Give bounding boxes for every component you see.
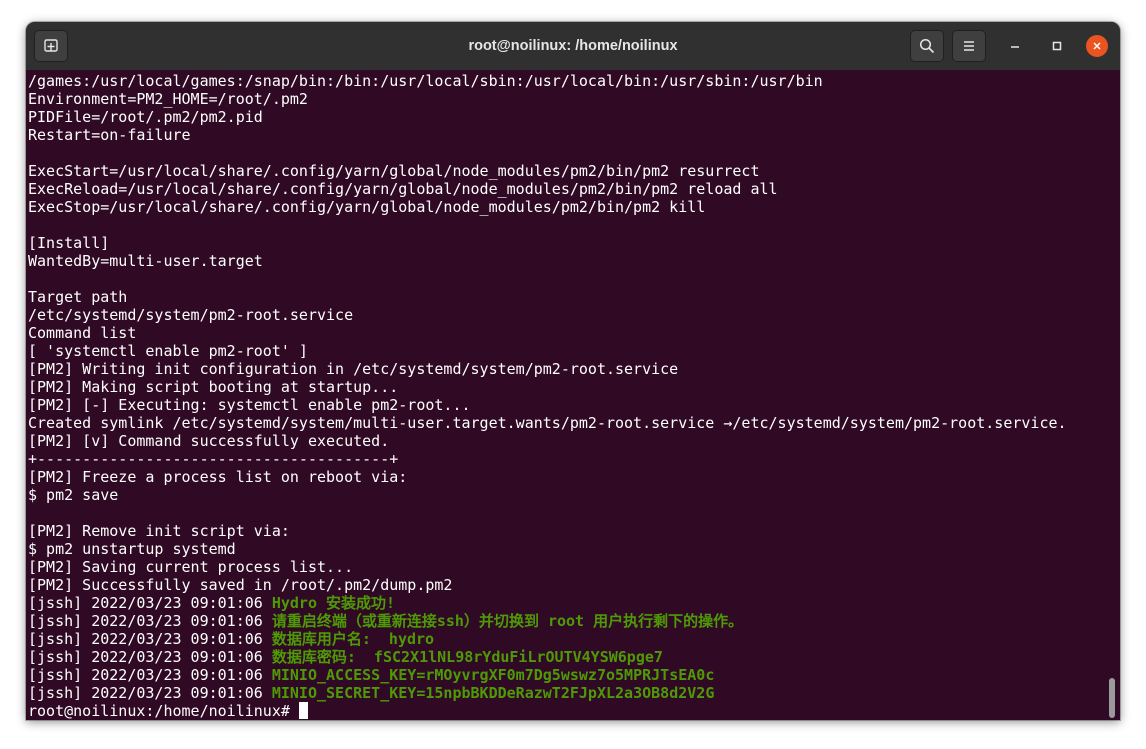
terminal-line: +---------------------------------------…	[28, 450, 1067, 468]
terminal-line: [PM2] [v] Command successfully executed.	[28, 432, 1067, 450]
line-text: [PM2] Saving current process list...	[28, 558, 354, 576]
line-text: [PM2] [-] Executing: systemctl enable pm…	[28, 396, 471, 414]
line-text: Target path	[28, 288, 128, 306]
terminal-line: ExecStart=/usr/local/share/.config/yarn/…	[28, 162, 1067, 180]
line-text: [jssh] 2022/03/23 09:01:06	[28, 594, 272, 612]
shell-prompt: root@noilinux:/home/noilinux#	[28, 702, 299, 720]
maximize-button[interactable]	[1046, 35, 1068, 57]
highlight-message: 数据库密码: fSC2X1lNL98rYduFiLrOUTV4YSW6pge7	[271, 648, 663, 666]
terminal-line: [PM2] Remove init script via:	[28, 522, 1067, 540]
terminal-line: Restart=on-failure	[28, 126, 1067, 144]
terminal-line: Command list	[28, 324, 1067, 342]
line-text: [PM2] Making script booting at startup..…	[28, 378, 399, 396]
line-text: [jssh] 2022/03/23 09:01:06	[28, 648, 272, 666]
line-text: [Install]	[28, 234, 110, 252]
line-text: [jssh] 2022/03/23 09:01:06	[28, 684, 272, 702]
terminal-line: [PM2] [-] Executing: systemctl enable pm…	[28, 396, 1067, 414]
terminal-line: [jssh] 2022/03/23 09:01:06 请重启终端（或重新连接ss…	[28, 612, 1067, 630]
prompt-line[interactable]: root@noilinux:/home/noilinux#	[28, 702, 1067, 720]
terminal-line: [jssh] 2022/03/23 09:01:06 数据库密码: fSC2X1…	[28, 648, 1067, 666]
close-button[interactable]	[1086, 35, 1108, 57]
line-text: [jssh] 2022/03/23 09:01:06	[28, 630, 272, 648]
terminal-line: /games:/usr/local/games:/snap/bin:/bin:/…	[28, 72, 1067, 90]
text-cursor	[298, 702, 308, 719]
line-text: [PM2] Freeze a process list on reboot vi…	[28, 468, 408, 486]
hamburger-menu-icon	[964, 41, 974, 51]
line-text: [jssh] 2022/03/23 09:01:06	[28, 612, 272, 630]
terminal-line: [Install]	[28, 234, 1067, 252]
terminal-line: [jssh] 2022/03/23 09:01:06 数据库用户名: hydro	[28, 630, 1067, 648]
line-text: PIDFile=/root/.pm2/pm2.pid	[28, 108, 263, 126]
line-text: [PM2] Successfully saved in /root/.pm2/d…	[28, 576, 453, 594]
line-text: +---------------------------------------…	[28, 450, 399, 468]
line-text: /games:/usr/local/games:/snap/bin:/bin:/…	[28, 72, 823, 90]
line-text: WantedBy=multi-user.target	[28, 252, 263, 270]
minimize-button[interactable]	[1004, 35, 1026, 57]
terminal-line: [PM2] Successfully saved in /root/.pm2/d…	[28, 576, 1067, 594]
line-text: $ pm2 unstartup systemd	[28, 540, 236, 558]
line-text: [PM2] Writing init configuration in /etc…	[28, 360, 679, 378]
terminal-output: /games:/usr/local/games:/snap/bin:/bin:/…	[28, 72, 1067, 720]
highlight-message: 数据库用户名: hydro	[271, 630, 435, 648]
terminal-line: ExecStop=/usr/local/share/.config/yarn/g…	[28, 198, 1067, 216]
line-text: ExecStart=/usr/local/share/.config/yarn/…	[28, 162, 760, 180]
terminal-line: [PM2] Freeze a process list on reboot vi…	[28, 468, 1067, 486]
maximize-icon	[1052, 41, 1062, 51]
search-button[interactable]	[910, 30, 944, 62]
terminal-window: root@noilinux: /home/noilinux /games:/us…	[26, 22, 1120, 720]
line-text: /etc/systemd/system/pm2-root.service	[28, 306, 354, 324]
terminal-line: [ 'systemctl enable pm2-root' ]	[28, 342, 1067, 360]
terminal-area[interactable]: /games:/usr/local/games:/snap/bin:/bin:/…	[26, 70, 1120, 720]
terminal-line: Target path	[28, 288, 1067, 306]
highlight-message: MINIO_SECRET_KEY=15npbBKDDeRazwT2FJpXL2a…	[271, 684, 715, 702]
terminal-line: [jssh] 2022/03/23 09:01:06 MINIO_SECRET_…	[28, 684, 1067, 702]
highlight-message: 请重启终端（或重新连接ssh）并切换到 root 用户执行剩下的操作。	[271, 612, 744, 630]
line-text: Command list	[28, 324, 137, 342]
terminal-line: $ pm2 save	[28, 486, 1067, 504]
highlight-message: Hydro 安装成功!	[271, 594, 396, 612]
terminal-line: PIDFile=/root/.pm2/pm2.pid	[28, 108, 1067, 126]
terminal-line: Created symlink /etc/systemd/system/mult…	[28, 414, 1067, 432]
line-text: Environment=PM2_HOME=/root/.pm2	[28, 90, 308, 108]
line-text: ExecReload=/usr/local/share/.config/yarn…	[28, 180, 778, 198]
line-text: [jssh] 2022/03/23 09:01:06	[28, 666, 272, 684]
terminal-line: ExecReload=/usr/local/share/.config/yarn…	[28, 180, 1067, 198]
line-text: [ 'systemctl enable pm2-root' ]	[28, 342, 308, 360]
menu-button[interactable]	[952, 30, 986, 62]
terminal-line: /etc/systemd/system/pm2-root.service	[28, 306, 1067, 324]
highlight-message: MINIO_ACCESS_KEY=rMOyvrgXF0m7Dg5wswz7o5M…	[271, 666, 715, 684]
search-icon	[919, 38, 935, 54]
line-text: ExecStop=/usr/local/share/.config/yarn/g…	[28, 198, 706, 216]
terminal-line: $ pm2 unstartup systemd	[28, 540, 1067, 558]
terminal-line: [jssh] 2022/03/23 09:01:06 Hydro 安装成功!	[28, 594, 1067, 612]
line-text: $ pm2 save	[28, 486, 119, 504]
terminal-line: [PM2] Writing init configuration in /etc…	[28, 360, 1067, 378]
line-text: Created symlink /etc/systemd/system/mult…	[28, 414, 1067, 432]
line-text: Restart=on-failure	[28, 126, 191, 144]
terminal-line: [PM2] Saving current process list...	[28, 558, 1067, 576]
scrollbar-thumb[interactable]	[1109, 678, 1115, 718]
close-icon	[1093, 42, 1101, 50]
line-text: [PM2] Remove init script via:	[28, 522, 290, 540]
line-text: [PM2] [v] Command successfully executed.	[28, 432, 390, 450]
terminal-line: Environment=PM2_HOME=/root/.pm2	[28, 90, 1067, 108]
title-bar[interactable]: root@noilinux: /home/noilinux	[26, 22, 1120, 70]
terminal-line: WantedBy=multi-user.target	[28, 252, 1067, 270]
minimize-icon	[1011, 46, 1019, 48]
terminal-line: [jssh] 2022/03/23 09:01:06 MINIO_ACCESS_…	[28, 666, 1067, 684]
terminal-line: [PM2] Making script booting at startup..…	[28, 378, 1067, 396]
